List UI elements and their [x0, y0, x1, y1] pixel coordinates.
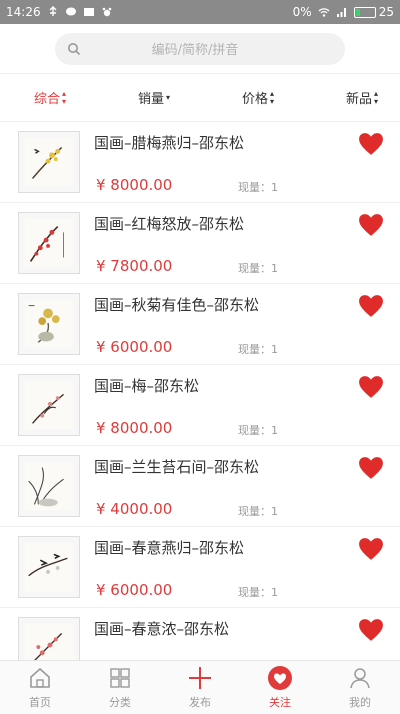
product-title: 国画–春意燕归–邵东松	[94, 539, 245, 557]
tab-label: 首页	[29, 696, 51, 709]
product-stock: 现量：1	[238, 343, 278, 356]
tab-label: 发布	[189, 696, 211, 709]
product-title: 国画–春意浓–邵东松	[94, 620, 230, 638]
status-bar: 14:26 0% 25	[0, 0, 400, 24]
product-thumbnail	[18, 212, 80, 274]
favorite-heart-icon[interactable]	[358, 294, 384, 318]
search-placeholder: 编码/简称/拼音	[151, 43, 239, 58]
battery-level: 25	[378, 5, 394, 19]
plus-icon	[189, 667, 211, 689]
product-title: 国画–梅–邵东松	[94, 377, 200, 395]
sort-label: 销量	[137, 92, 164, 107]
product-stock: 现量：1	[238, 424, 278, 437]
favorite-heart-icon[interactable]	[358, 132, 384, 156]
sort-updown-icon: ▴ ▾	[62, 88, 67, 106]
tab-category[interactable]: 分类	[80, 661, 160, 714]
status-time: 14:26	[6, 5, 41, 19]
product-price: ¥ 7800.00	[96, 257, 173, 275]
sort-updown-icon: ▴ ▾	[269, 88, 274, 106]
sort-tab-sales[interactable]: 销量 ▾	[138, 88, 170, 107]
data-rate: 0%	[292, 5, 312, 19]
tab-follow[interactable]: 关注	[240, 661, 320, 714]
list-item[interactable]: 国画–春意浓–邵东松	[0, 608, 400, 660]
favorite-heart-icon[interactable]	[358, 456, 384, 480]
product-stock: 现量：1	[238, 262, 278, 275]
list-item[interactable]: 国画–兰生苔石间–邵东松 ¥ 4000.00 现量：1	[0, 446, 400, 527]
search-input[interactable]: 编码/简称/拼音	[55, 32, 345, 65]
product-stock: 现量：1	[238, 505, 278, 518]
profile-icon	[350, 668, 370, 689]
product-price: ¥ 4000.00	[96, 500, 173, 518]
product-title: 国画–红梅怒放–邵东松	[94, 215, 245, 233]
product-title: 国画–腊梅燕归–邵东松	[94, 134, 245, 152]
product-price: ¥ 6000.00	[96, 581, 173, 599]
product-thumbnail	[18, 293, 80, 355]
product-thumbnail	[18, 617, 80, 660]
favorite-heart-icon[interactable]	[358, 213, 384, 237]
product-list: 国画–腊梅燕归–邵东松 ¥ 8000.00 现量：1 国画–红梅怒放–邵东松 ¥…	[0, 122, 400, 660]
sort-tab-comprehensive[interactable]: 综合 ▴ ▾	[34, 88, 66, 107]
tab-publish[interactable]: 发布	[160, 661, 240, 714]
sort-updown-icon: ▴ ▾	[373, 88, 378, 106]
product-thumbnail	[18, 131, 80, 193]
wifi-icon	[318, 8, 330, 17]
sort-tab-price[interactable]: 价格 ▴ ▾	[242, 88, 274, 107]
tab-label: 分类	[109, 696, 131, 709]
list-item[interactable]: 国画–春意燕归–邵东松 ¥ 6000.00 现量：1	[0, 527, 400, 608]
search-bar: 编码/简称/拼音	[0, 24, 400, 74]
home-icon	[30, 667, 50, 688]
sort-label: 综合	[34, 92, 61, 107]
favorite-heart-icon[interactable]	[358, 537, 384, 561]
product-thumbnail	[18, 374, 80, 436]
favorite-heart-icon[interactable]	[358, 618, 384, 642]
product-thumbnail	[18, 455, 80, 517]
chevron-down-icon: ▾	[166, 92, 171, 102]
product-thumbnail	[18, 536, 80, 598]
product-price: ¥ 8000.00	[96, 419, 173, 437]
paw-icon	[102, 7, 111, 17]
image-icon	[83, 8, 94, 16]
sort-bar: 综合 ▴ ▾ 销量 ▾ 价格 ▴ ▾ 新品 ▴ ▾	[0, 74, 400, 122]
list-item[interactable]: 国画–红梅怒放–邵东松 ¥ 7800.00 现量：1	[0, 203, 400, 284]
chat-icon	[65, 7, 76, 16]
product-title: 国画–兰生苔石间–邵东松	[94, 458, 260, 476]
sort-label: 价格	[241, 92, 268, 107]
usb-icon	[49, 6, 57, 16]
tab-home[interactable]: 首页	[0, 661, 80, 714]
favorite-heart-icon[interactable]	[358, 375, 384, 399]
bottom-tab-bar: 首页 分类 发布 关注 我的	[0, 660, 400, 714]
product-title: 国画–秋菊有佳色–邵东松	[94, 296, 260, 314]
signal-icon	[336, 8, 346, 17]
product-stock: 现量：1	[238, 586, 278, 599]
heart-icon	[268, 666, 292, 690]
tab-label: 我的	[349, 696, 371, 709]
search-icon	[68, 42, 81, 55]
tab-profile[interactable]: 我的	[320, 661, 400, 714]
sort-label: 新品	[345, 92, 372, 107]
sort-tab-new[interactable]: 新品 ▴ ▾	[346, 88, 378, 107]
product-price: ¥ 6000.00	[96, 338, 173, 356]
list-item[interactable]: 国画–梅–邵东松 ¥ 8000.00 现量：1	[0, 365, 400, 446]
product-price: ¥ 8000.00	[96, 176, 173, 194]
tab-label: 关注	[269, 696, 291, 709]
battery-indicator: 25	[353, 5, 394, 19]
list-item[interactable]: 国画–秋菊有佳色–邵东松 ¥ 6000.00 现量：1	[0, 284, 400, 365]
category-icon	[110, 668, 130, 688]
product-stock: 现量：1	[238, 181, 278, 194]
list-item[interactable]: 国画–腊梅燕归–邵东松 ¥ 8000.00 现量：1	[0, 122, 400, 203]
